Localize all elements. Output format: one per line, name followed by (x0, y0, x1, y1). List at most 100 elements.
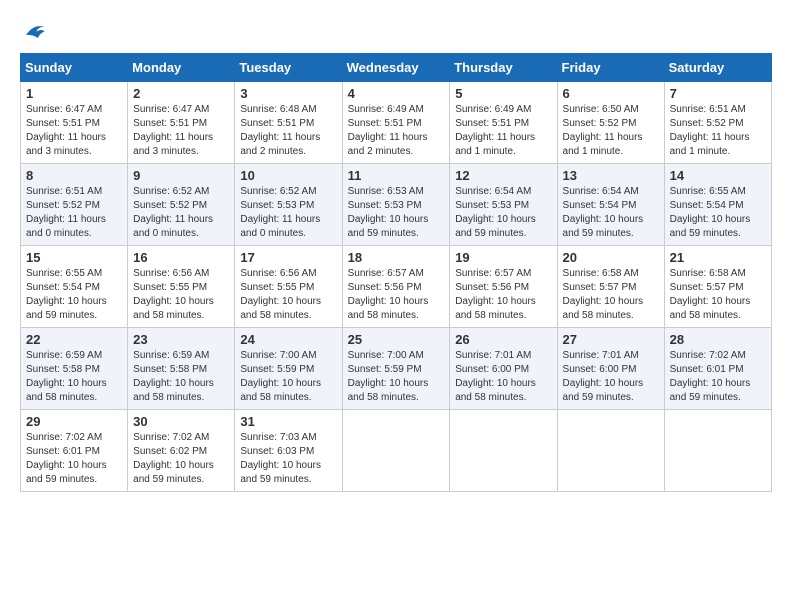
daylight-label: Daylight: 11 hours and 3 minutes. (133, 132, 213, 157)
calendar-cell: 1 Sunrise: 6:47 AM Sunset: 5:51 PM Dayli… (21, 82, 128, 164)
calendar-cell: 13 Sunrise: 6:54 AM Sunset: 5:54 PM Dayl… (557, 164, 664, 246)
sunset-label: Sunset: 5:57 PM (563, 282, 637, 293)
sunrise-label: Sunrise: 6:53 AM (348, 186, 424, 197)
day-number: 3 (240, 86, 336, 101)
weekday-header-cell: Sunday (21, 54, 128, 82)
daylight-label: Daylight: 11 hours and 1 minute. (455, 132, 535, 157)
sunrise-label: Sunrise: 7:02 AM (670, 350, 746, 361)
calendar-cell: 9 Sunrise: 6:52 AM Sunset: 5:52 PM Dayli… (128, 164, 235, 246)
calendar-cell: 12 Sunrise: 6:54 AM Sunset: 5:53 PM Dayl… (450, 164, 557, 246)
sunrise-label: Sunrise: 6:52 AM (240, 186, 316, 197)
daylight-label: Daylight: 10 hours and 59 minutes. (240, 460, 321, 485)
calendar-cell: 8 Sunrise: 6:51 AM Sunset: 5:52 PM Dayli… (21, 164, 128, 246)
calendar-cell: 23 Sunrise: 6:59 AM Sunset: 5:58 PM Dayl… (128, 328, 235, 410)
day-info: Sunrise: 7:00 AM Sunset: 5:59 PM Dayligh… (240, 349, 336, 405)
sunrise-label: Sunrise: 6:47 AM (26, 104, 102, 115)
calendar-cell: 7 Sunrise: 6:51 AM Sunset: 5:52 PM Dayli… (664, 82, 771, 164)
day-number: 20 (563, 250, 659, 265)
daylight-label: Daylight: 10 hours and 58 minutes. (670, 296, 751, 321)
day-number: 14 (670, 168, 766, 183)
calendar-cell: 17 Sunrise: 6:56 AM Sunset: 5:55 PM Dayl… (235, 246, 342, 328)
calendar-cell: 31 Sunrise: 7:03 AM Sunset: 6:03 PM Dayl… (235, 410, 342, 492)
day-info: Sunrise: 6:54 AM Sunset: 5:53 PM Dayligh… (455, 185, 551, 241)
calendar-week-row: 29 Sunrise: 7:02 AM Sunset: 6:01 PM Dayl… (21, 410, 772, 492)
weekday-header-cell: Tuesday (235, 54, 342, 82)
weekday-header-cell: Friday (557, 54, 664, 82)
day-info: Sunrise: 7:01 AM Sunset: 6:00 PM Dayligh… (563, 349, 659, 405)
sunset-label: Sunset: 5:51 PM (26, 118, 100, 129)
calendar-cell (557, 410, 664, 492)
daylight-label: Daylight: 10 hours and 59 minutes. (26, 460, 107, 485)
sunset-label: Sunset: 6:00 PM (563, 364, 637, 375)
calendar-cell: 26 Sunrise: 7:01 AM Sunset: 6:00 PM Dayl… (450, 328, 557, 410)
day-number: 1 (26, 86, 122, 101)
day-info: Sunrise: 6:49 AM Sunset: 5:51 PM Dayligh… (348, 103, 445, 159)
sunset-label: Sunset: 5:54 PM (563, 200, 637, 211)
weekday-header-row: SundayMondayTuesdayWednesdayThursdayFrid… (21, 54, 772, 82)
calendar-week-row: 22 Sunrise: 6:59 AM Sunset: 5:58 PM Dayl… (21, 328, 772, 410)
day-number: 16 (133, 250, 229, 265)
day-info: Sunrise: 7:02 AM Sunset: 6:01 PM Dayligh… (670, 349, 766, 405)
daylight-label: Daylight: 10 hours and 59 minutes. (133, 460, 214, 485)
day-info: Sunrise: 6:50 AM Sunset: 5:52 PM Dayligh… (563, 103, 659, 159)
sunrise-label: Sunrise: 6:57 AM (455, 268, 531, 279)
sunrise-label: Sunrise: 7:02 AM (133, 432, 209, 443)
daylight-label: Daylight: 11 hours and 0 minutes. (26, 214, 106, 239)
day-info: Sunrise: 6:57 AM Sunset: 5:56 PM Dayligh… (348, 267, 445, 323)
day-info: Sunrise: 6:55 AM Sunset: 5:54 PM Dayligh… (670, 185, 766, 241)
weekday-header-cell: Thursday (450, 54, 557, 82)
daylight-label: Daylight: 10 hours and 59 minutes. (563, 214, 644, 239)
day-number: 30 (133, 414, 229, 429)
sunrise-label: Sunrise: 6:54 AM (563, 186, 639, 197)
calendar-cell: 19 Sunrise: 6:57 AM Sunset: 5:56 PM Dayl… (450, 246, 557, 328)
sunrise-label: Sunrise: 6:49 AM (455, 104, 531, 115)
sunset-label: Sunset: 6:02 PM (133, 446, 207, 457)
day-info: Sunrise: 6:51 AM Sunset: 5:52 PM Dayligh… (670, 103, 766, 159)
sunrise-label: Sunrise: 6:52 AM (133, 186, 209, 197)
day-number: 4 (348, 86, 445, 101)
sunset-label: Sunset: 5:52 PM (133, 200, 207, 211)
sunrise-label: Sunrise: 7:00 AM (240, 350, 316, 361)
daylight-label: Daylight: 10 hours and 59 minutes. (563, 378, 644, 403)
day-info: Sunrise: 6:53 AM Sunset: 5:53 PM Dayligh… (348, 185, 445, 241)
daylight-label: Daylight: 10 hours and 59 minutes. (455, 214, 536, 239)
daylight-label: Daylight: 11 hours and 0 minutes. (133, 214, 213, 239)
sunset-label: Sunset: 5:59 PM (240, 364, 314, 375)
day-number: 15 (26, 250, 122, 265)
day-number: 2 (133, 86, 229, 101)
day-number: 7 (670, 86, 766, 101)
calendar-cell (342, 410, 450, 492)
daylight-label: Daylight: 11 hours and 2 minutes. (348, 132, 428, 157)
day-info: Sunrise: 6:58 AM Sunset: 5:57 PM Dayligh… (563, 267, 659, 323)
sunset-label: Sunset: 5:52 PM (26, 200, 100, 211)
daylight-label: Daylight: 10 hours and 58 minutes. (348, 378, 429, 403)
sunrise-label: Sunrise: 6:58 AM (563, 268, 639, 279)
sunset-label: Sunset: 6:01 PM (26, 446, 100, 457)
day-info: Sunrise: 6:52 AM Sunset: 5:52 PM Dayligh… (133, 185, 229, 241)
day-number: 19 (455, 250, 551, 265)
calendar-cell: 22 Sunrise: 6:59 AM Sunset: 5:58 PM Dayl… (21, 328, 128, 410)
day-info: Sunrise: 6:56 AM Sunset: 5:55 PM Dayligh… (133, 267, 229, 323)
sunrise-label: Sunrise: 6:51 AM (26, 186, 102, 197)
day-number: 5 (455, 86, 551, 101)
sunrise-label: Sunrise: 6:48 AM (240, 104, 316, 115)
day-number: 8 (26, 168, 122, 183)
weekday-header-cell: Saturday (664, 54, 771, 82)
day-info: Sunrise: 6:49 AM Sunset: 5:51 PM Dayligh… (455, 103, 551, 159)
sunset-label: Sunset: 5:51 PM (133, 118, 207, 129)
calendar-cell: 29 Sunrise: 7:02 AM Sunset: 6:01 PM Dayl… (21, 410, 128, 492)
sunset-label: Sunset: 5:51 PM (455, 118, 529, 129)
calendar-cell (450, 410, 557, 492)
sunrise-label: Sunrise: 6:59 AM (133, 350, 209, 361)
calendar-cell: 2 Sunrise: 6:47 AM Sunset: 5:51 PM Dayli… (128, 82, 235, 164)
logo-text (20, 20, 46, 45)
day-info: Sunrise: 7:01 AM Sunset: 6:00 PM Dayligh… (455, 349, 551, 405)
day-info: Sunrise: 6:58 AM Sunset: 5:57 PM Dayligh… (670, 267, 766, 323)
daylight-label: Daylight: 10 hours and 58 minutes. (563, 296, 644, 321)
weekday-header-cell: Wednesday (342, 54, 450, 82)
sunrise-label: Sunrise: 6:51 AM (670, 104, 746, 115)
sunrise-label: Sunrise: 6:57 AM (348, 268, 424, 279)
calendar-cell: 16 Sunrise: 6:56 AM Sunset: 5:55 PM Dayl… (128, 246, 235, 328)
day-info: Sunrise: 6:51 AM Sunset: 5:52 PM Dayligh… (26, 185, 122, 241)
sunset-label: Sunset: 5:53 PM (455, 200, 529, 211)
